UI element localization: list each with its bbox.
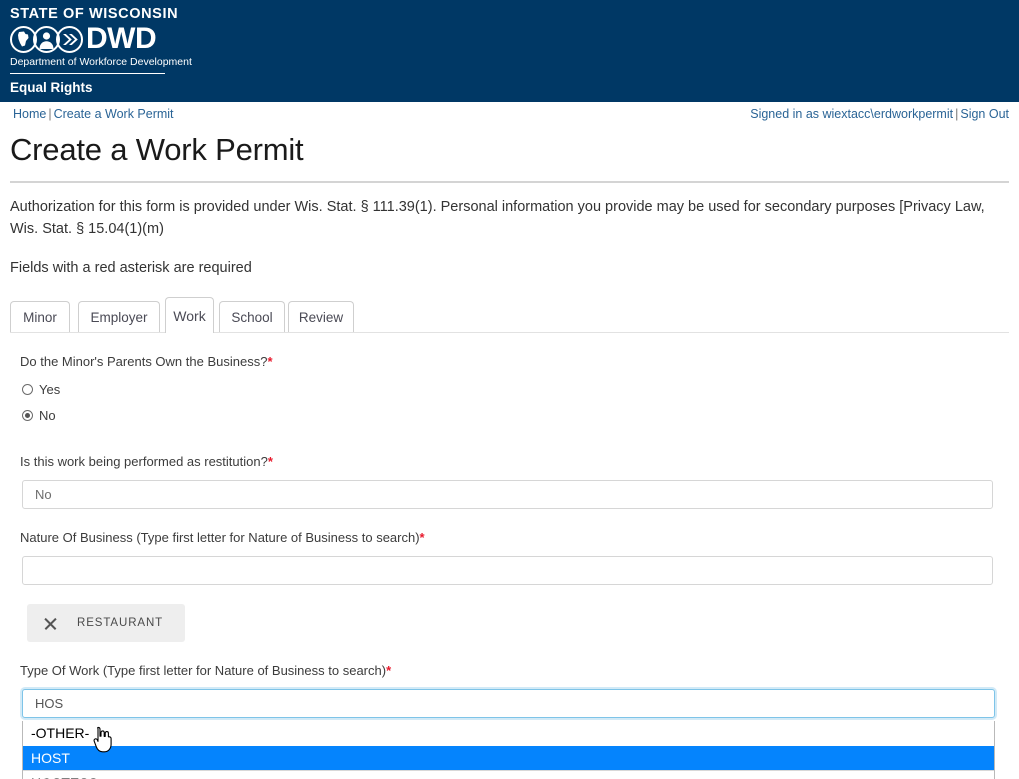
tab-minor[interactable]: Minor: [10, 301, 70, 333]
utility-strip: Home|Create a Work Permit Signed in as w…: [0, 102, 1019, 124]
tab-work[interactable]: Work: [165, 297, 214, 333]
tab-minor-label: Minor: [23, 310, 57, 325]
required-asterisk: *: [268, 454, 273, 469]
tab-review-label: Review: [299, 310, 343, 325]
tab-employer-label: Employer: [90, 310, 147, 325]
suggestion-option-host[interactable]: HOST: [23, 746, 994, 771]
tab-work-label: Work: [173, 308, 205, 324]
suggestion-hostess-label: HOSTESS: [31, 775, 98, 779]
nature-of-business-label: Nature Of Business (Type first letter fo…: [20, 529, 1019, 547]
selected-nature-of-business-chip[interactable]: RESTAURANT: [27, 604, 185, 642]
sign-out-link[interactable]: Sign Out: [960, 107, 1009, 121]
tab-school-label: School: [231, 310, 272, 325]
breadcrumb-separator: |: [46, 107, 53, 121]
signed-in-as-label: Signed in as wiextacc\erdworkpermit: [750, 107, 953, 121]
chevrons-right-icon: [56, 26, 83, 53]
logo-divider: [10, 73, 165, 74]
required-fields-note: Fields with a red asterisk are required: [10, 260, 1009, 276]
tab-review[interactable]: Review: [288, 301, 354, 333]
parents-own-business-text: Do the Minor's Parents Own the Business?: [20, 354, 267, 369]
type-of-work-label-text: Type Of Work (Type first letter for Natu…: [20, 663, 386, 678]
radio-yes-label: Yes: [39, 382, 60, 397]
type-of-work-input[interactable]: [22, 689, 995, 718]
breadcrumb-link-home[interactable]: Home: [13, 107, 46, 121]
site-header: STATE OF WISCONSIN: [0, 0, 1019, 102]
restitution-label: Is this work being performed as restitut…: [20, 453, 1019, 471]
logo-icon-group: [10, 26, 79, 53]
tab-employer[interactable]: Employer: [78, 301, 160, 333]
logo-state-line: STATE OF WISCONSIN: [10, 6, 170, 23]
radio-option-no[interactable]: No: [22, 408, 1019, 423]
required-asterisk: *: [267, 354, 272, 369]
required-asterisk: *: [386, 663, 391, 678]
logo-department-line: Department of Workforce Development: [10, 56, 170, 69]
logo-dwd-text: DWD: [86, 24, 156, 54]
suggestion-option-hostess[interactable]: HOSTESS: [23, 770, 994, 779]
type-of-work-suggestion-list[interactable]: -OTHER- HOST HOSTESS: [22, 721, 995, 779]
logo-division-name: Equal Rights: [10, 80, 170, 96]
session-info: Signed in as wiextacc\erdworkpermit|Sign…: [750, 107, 1009, 121]
suggestion-option-other[interactable]: -OTHER-: [23, 721, 994, 746]
close-x-icon[interactable]: [43, 616, 58, 631]
radio-no-indicator[interactable]: [22, 410, 33, 421]
breadcrumb: Home|Create a Work Permit: [13, 107, 174, 121]
chip-label: RESTAURANT: [77, 617, 163, 629]
page-title: Create a Work Permit: [0, 124, 1019, 170]
nature-of-business-label-text: Nature Of Business (Type first letter fo…: [20, 530, 420, 545]
authorization-text: Authorization for this form is provided …: [10, 196, 1000, 240]
nature-of-business-input[interactable]: [22, 556, 993, 585]
tab-school[interactable]: School: [219, 301, 285, 333]
work-tab-panel: Do the Minor's Parents Own the Business?…: [0, 353, 1019, 779]
restitution-label-text: Is this work being performed as restitut…: [20, 454, 268, 469]
parents-own-business-label: Do the Minor's Parents Own the Business?…: [20, 353, 1019, 371]
radio-yes-indicator[interactable]: [22, 384, 33, 395]
suggestion-other-label: -OTHER-: [31, 725, 89, 741]
radio-option-yes[interactable]: Yes: [22, 382, 1019, 397]
title-divider: [10, 181, 1009, 183]
radio-no-label: No: [39, 408, 56, 423]
required-asterisk: *: [420, 530, 425, 545]
breadcrumb-current-page[interactable]: Create a Work Permit: [54, 107, 174, 121]
tabs-underline: [10, 332, 1009, 333]
restitution-input[interactable]: [22, 480, 993, 509]
form-tabs: Minor Employer Work School Review: [10, 297, 1019, 333]
suggestion-host-label: HOST: [31, 750, 70, 766]
type-of-work-label: Type Of Work (Type first letter for Natu…: [20, 662, 1019, 680]
dwd-logo: STATE OF WISCONSIN: [10, 6, 170, 96]
